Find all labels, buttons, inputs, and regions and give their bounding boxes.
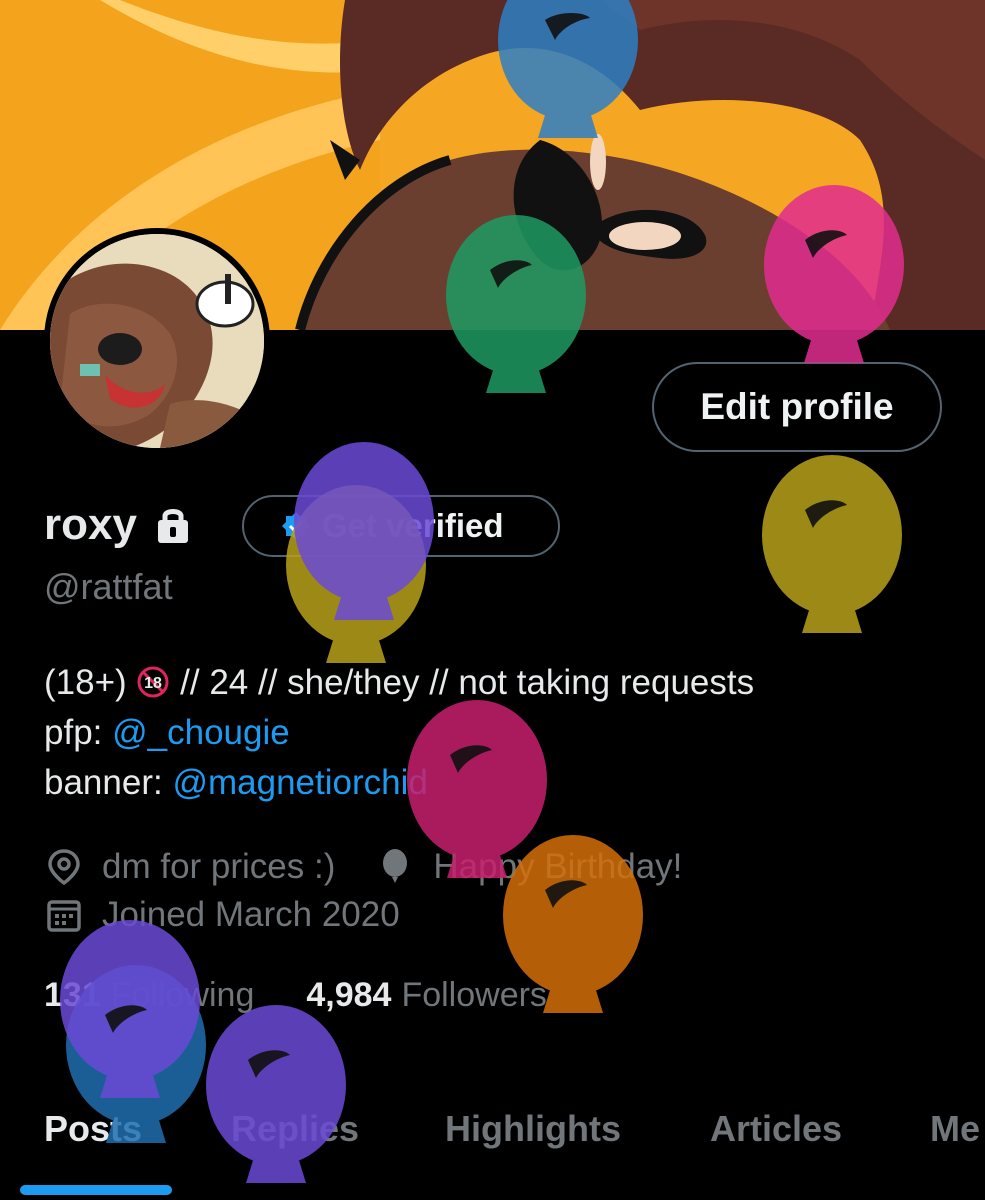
balloon-icon	[383, 849, 408, 883]
followers-count: 4,984	[306, 975, 392, 1014]
profile-bio: (18+) 18 // 24 // she/they // not taking…	[44, 658, 754, 808]
birthday-text: Happy Birthday!	[433, 847, 683, 886]
location-text: dm for prices :)	[102, 847, 336, 886]
bio-pfp-mention-link[interactable]: @_chougie	[112, 713, 290, 752]
age-18-badge-icon: 18	[137, 666, 169, 698]
verified-badge-icon	[282, 512, 310, 540]
follow-stats: 131 Following 4,984 Followers	[44, 970, 547, 1020]
age-18-badge-label: 18	[145, 675, 163, 692]
bio-age-text: (18+)	[44, 663, 127, 702]
lock-icon	[157, 509, 188, 543]
bio-pfp-label: pfp:	[44, 713, 103, 752]
followers-label: Followers	[401, 975, 547, 1014]
edit-profile-button[interactable]: Edit profile	[652, 362, 942, 452]
bio-line-2: pfp: @_chougie	[44, 708, 754, 758]
display-name: roxy	[44, 500, 137, 549]
profile-joined-row: Joined March 2020	[44, 890, 400, 940]
get-verified-button[interactable]: Get verified	[242, 495, 560, 557]
following-link[interactable]: 131 Following	[44, 976, 254, 1015]
tab-highlights[interactable]: Highlights	[445, 1108, 621, 1150]
joined-date-text: Joined March 2020	[102, 895, 400, 934]
user-handle: @rattfat	[44, 566, 173, 607]
tab-posts[interactable]: Posts	[44, 1108, 142, 1150]
tab-media[interactable]: Me	[930, 1108, 980, 1150]
bio-banner-label: banner:	[44, 763, 163, 802]
bio-banner-mention-link[interactable]: @magnetiorchid	[172, 763, 427, 802]
name-row: roxy	[44, 493, 191, 557]
bio-details-text: // 24 // she/they // not taking requests	[180, 663, 755, 702]
bio-line-1: (18+) 18 // 24 // she/they // not taking…	[44, 658, 754, 708]
location-pin-icon	[48, 849, 80, 886]
bio-line-3: banner: @magnetiorchid	[44, 758, 754, 808]
active-tab-indicator	[20, 1185, 172, 1195]
profile-meta-row: dm for prices :) Happy Birthday!	[44, 842, 682, 892]
calendar-icon	[47, 900, 81, 932]
balloon-yellow	[762, 455, 902, 633]
following-count: 131	[44, 975, 101, 1014]
get-verified-label: Get verified	[322, 507, 504, 544]
profile-avatar[interactable]	[44, 228, 270, 454]
tab-replies[interactable]: Replies	[231, 1108, 359, 1150]
profile-tabs: Posts Replies Highlights Articles Me	[0, 1100, 985, 1200]
following-label: Following	[110, 975, 255, 1014]
tab-articles[interactable]: Articles	[710, 1108, 842, 1150]
followers-link[interactable]: 4,984 Followers	[306, 976, 547, 1015]
